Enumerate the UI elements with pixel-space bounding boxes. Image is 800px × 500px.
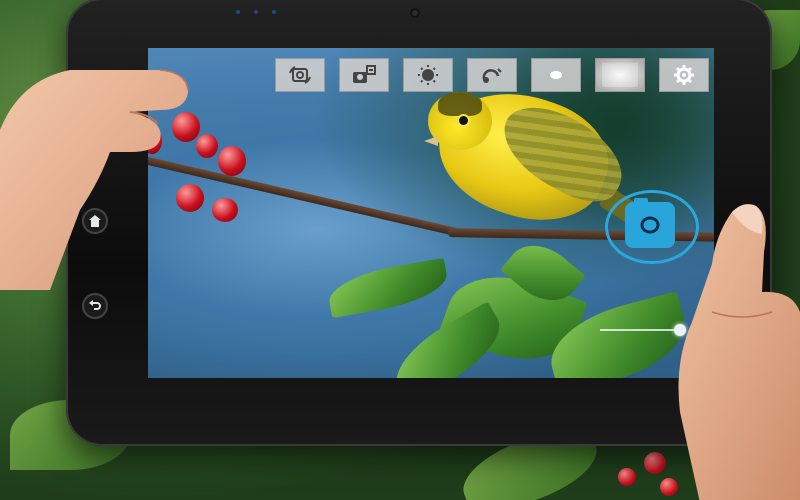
- brightness-icon: [418, 65, 438, 85]
- gallery-thumbnail-icon: [602, 63, 638, 87]
- photo-berry: [218, 146, 246, 176]
- back-icon: [89, 300, 101, 310]
- indicator-light: [236, 10, 240, 14]
- settings-button[interactable]: [659, 58, 709, 92]
- brightness-button[interactable]: [403, 58, 453, 92]
- left-hand: [0, 69, 189, 290]
- shutter-button[interactable]: [625, 202, 675, 248]
- photo-berry: [212, 198, 238, 222]
- camera-settings-icon: [353, 65, 376, 83]
- background-berry: [644, 452, 666, 474]
- switch-camera-button[interactable]: [275, 58, 325, 92]
- front-camera: [410, 8, 420, 18]
- camera-viewfinder[interactable]: [148, 48, 714, 378]
- scene-background: [0, 0, 800, 500]
- photo-bird-beak: [424, 136, 438, 146]
- timer-button[interactable]: [467, 58, 517, 92]
- camera-shutter-icon: [640, 216, 660, 234]
- camera-toolbar: [275, 58, 709, 92]
- indicator-light: [254, 10, 258, 14]
- indicator-light: [272, 10, 276, 14]
- right-hand: [678, 204, 800, 500]
- timer-icon: [482, 68, 502, 83]
- photo-bird-eye: [459, 116, 468, 125]
- back-button[interactable]: [82, 293, 108, 319]
- gallery-button[interactable]: [595, 58, 645, 92]
- photo-bird-cap: [438, 92, 482, 116]
- tablet-indicators: [236, 6, 276, 18]
- camera-settings-button[interactable]: [339, 58, 389, 92]
- switch-camera-icon: [289, 66, 311, 84]
- flash-button[interactable]: [531, 58, 581, 92]
- gear-icon: [674, 65, 694, 85]
- photo-leaf: [325, 257, 451, 319]
- flash-dot-icon: [550, 71, 562, 79]
- background-berry: [618, 468, 636, 486]
